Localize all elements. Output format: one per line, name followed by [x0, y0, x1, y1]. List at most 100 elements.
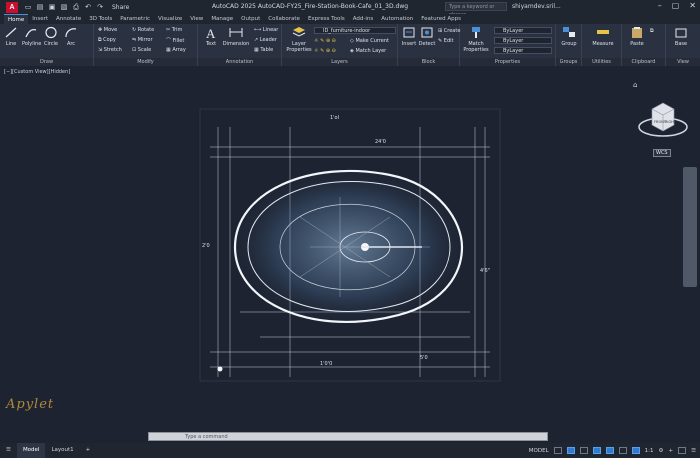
- tab-collaborate[interactable]: Collaborate: [264, 14, 304, 24]
- osnap-toggle-icon[interactable]: [605, 447, 614, 454]
- lineweight-dropdown[interactable]: ByLayer: [494, 47, 552, 54]
- polyline-tool[interactable]: Polyline: [22, 26, 41, 47]
- wcs-menu[interactable]: WCS: [653, 149, 671, 157]
- model-space-label[interactable]: MODEL: [529, 448, 549, 454]
- polar-toggle-icon[interactable]: [592, 447, 601, 454]
- home-icon[interactable]: ⌂: [633, 81, 637, 89]
- close-icon[interactable]: ✕: [689, 1, 696, 10]
- open-folder-icon[interactable]: ▤: [36, 3, 44, 12]
- leader-tool[interactable]: ↗ Leader: [254, 37, 277, 43]
- match-properties-tool[interactable]: Match Properties: [462, 26, 490, 53]
- lineweight-toggle-icon[interactable]: [631, 447, 640, 454]
- move-tool[interactable]: ✥ Move: [98, 27, 117, 33]
- properties-panel-label[interactable]: Properties: [460, 58, 555, 66]
- tab-model[interactable]: Model: [16, 443, 46, 458]
- user-account[interactable]: shiyamdev.sril...: [512, 3, 561, 10]
- match-layer-tool[interactable]: ◈ Match Layer: [350, 48, 386, 54]
- dimension-tool[interactable]: Dimension: [222, 26, 250, 47]
- plus-icon[interactable]: +: [668, 448, 673, 454]
- arc-tool[interactable]: Arc: [62, 26, 80, 47]
- redo-icon[interactable]: ↷: [96, 3, 104, 12]
- undo-icon[interactable]: ↶: [84, 3, 92, 12]
- color-dropdown[interactable]: ByLayer: [494, 27, 552, 34]
- tab-view[interactable]: View: [186, 14, 207, 24]
- block-panel-label[interactable]: Block: [398, 58, 459, 66]
- tab-3d-tools[interactable]: 3D Tools: [85, 14, 116, 24]
- current-layer-dropdown[interactable]: ID_furniture-indoor: [314, 27, 396, 34]
- ortho-toggle-icon[interactable]: [579, 447, 588, 454]
- search-input[interactable]: Type a keyword or phrase: [445, 2, 507, 18]
- rotate-tool[interactable]: ↻ Rotate: [132, 27, 154, 33]
- autocad-logo[interactable]: A: [6, 1, 18, 13]
- circle-tool[interactable]: Circle: [42, 26, 60, 47]
- copy-tool[interactable]: ⧉ Copy: [98, 37, 116, 43]
- line-tool[interactable]: Line: [2, 26, 20, 47]
- groups-panel-label[interactable]: Groups: [556, 58, 581, 66]
- gear-icon[interactable]: ⚙: [659, 448, 664, 454]
- group-tool[interactable]: Group: [560, 26, 578, 47]
- trim-tool[interactable]: ✂ Trim: [166, 27, 182, 33]
- menu-icon[interactable]: ☰: [0, 443, 17, 458]
- stretch-tool[interactable]: ⇲ Stretch: [98, 47, 122, 53]
- insert-tool[interactable]: Insert: [400, 26, 418, 47]
- save-as-icon[interactable]: ▧: [60, 3, 68, 12]
- clipboard-panel-label[interactable]: Clipboard: [622, 58, 665, 66]
- measure-tool[interactable]: Measure: [592, 26, 614, 47]
- detect-tool[interactable]: Detect: [418, 26, 436, 47]
- paste-tool[interactable]: Paste: [628, 26, 646, 47]
- table-tool[interactable]: ▦ Table: [254, 47, 273, 53]
- tab-output[interactable]: Output: [237, 14, 264, 24]
- layer-state-icons[interactable]: ☼ ✎ ⊕ ⊖: [314, 38, 336, 44]
- utilities-panel-label[interactable]: Utilities: [582, 58, 621, 66]
- linetype-dropdown[interactable]: ByLayer: [494, 37, 552, 44]
- tab-automation[interactable]: Automation: [377, 14, 417, 24]
- tab-express-tools[interactable]: Express Tools: [304, 14, 349, 24]
- tab-featured-apps[interactable]: Featured Apps: [417, 14, 465, 24]
- layer-tools-icons[interactable]: ☼ ✎ ⊕ ⊖: [314, 48, 336, 54]
- viewcube[interactable]: FRONT RIGHT: [636, 97, 690, 141]
- customize-icon[interactable]: ☰: [691, 448, 696, 454]
- mirror-tool[interactable]: ⇋ Mirror: [132, 37, 153, 43]
- share-button[interactable]: Share: [112, 4, 129, 11]
- base-tool[interactable]: Base: [672, 26, 690, 47]
- tab-visualize[interactable]: Visualize: [154, 14, 186, 24]
- tab-add-ins[interactable]: Add-ins: [349, 14, 378, 24]
- copy-clip-icon[interactable]: ⧉: [650, 28, 654, 34]
- text-tool[interactable]: A Text: [202, 26, 220, 47]
- annotation-panel-label[interactable]: Annotation: [198, 58, 281, 66]
- view-panel-label[interactable]: View: [666, 58, 700, 66]
- isolate-toggle-icon[interactable]: [678, 447, 687, 454]
- grid-toggle-icon[interactable]: [553, 447, 562, 454]
- drawing-viewport[interactable]: [−][Custom View][Hidden] 1'ol 24'0 2'0 4…: [0, 67, 700, 431]
- navigation-bar[interactable]: [683, 167, 697, 287]
- draw-panel-label[interactable]: Draw: [0, 58, 93, 66]
- command-input[interactable]: Type a command: [148, 432, 548, 441]
- tab-manage[interactable]: Manage: [207, 14, 237, 24]
- linear-tool[interactable]: ⟷ Linear: [254, 27, 278, 33]
- snap-toggle-icon[interactable]: [566, 447, 575, 454]
- tab-home[interactable]: Home: [4, 14, 29, 24]
- layers-panel-label[interactable]: Layers: [282, 58, 397, 66]
- tab-annotate[interactable]: Annotate: [52, 14, 85, 24]
- viewport-controls[interactable]: [−][Custom View][Hidden]: [4, 69, 70, 75]
- modify-panel-label[interactable]: Modify: [94, 58, 197, 66]
- edit-block-tool[interactable]: ✎ Edit: [438, 38, 453, 44]
- tab-layout1[interactable]: Layout1: [45, 443, 79, 458]
- create-block-tool[interactable]: ⊞ Create: [438, 28, 460, 34]
- maximize-icon[interactable]: ▢: [672, 1, 680, 10]
- new-file-icon[interactable]: ▭: [24, 3, 32, 12]
- utilities-panel: Measure Utilities: [582, 24, 622, 66]
- fillet-tool[interactable]: ⌒ Fillet: [166, 37, 184, 44]
- layer-properties-tool[interactable]: Layer Properties: [286, 26, 312, 53]
- make-current-tool[interactable]: ◇ Make Current: [350, 38, 389, 44]
- add-layout-icon[interactable]: +: [80, 443, 97, 458]
- array-tool[interactable]: ▦ Array: [166, 47, 186, 53]
- tab-parametric[interactable]: Parametric: [116, 14, 154, 24]
- print-icon[interactable]: ⎙: [72, 3, 80, 12]
- scale-tool[interactable]: ⊡ Scale: [132, 47, 151, 53]
- annotation-scale-label[interactable]: 1:1: [645, 448, 654, 454]
- minimize-icon[interactable]: –: [658, 1, 662, 10]
- tab-insert[interactable]: Insert: [28, 14, 52, 24]
- save-icon[interactable]: ▣: [48, 3, 56, 12]
- otrack-toggle-icon[interactable]: [618, 447, 627, 454]
